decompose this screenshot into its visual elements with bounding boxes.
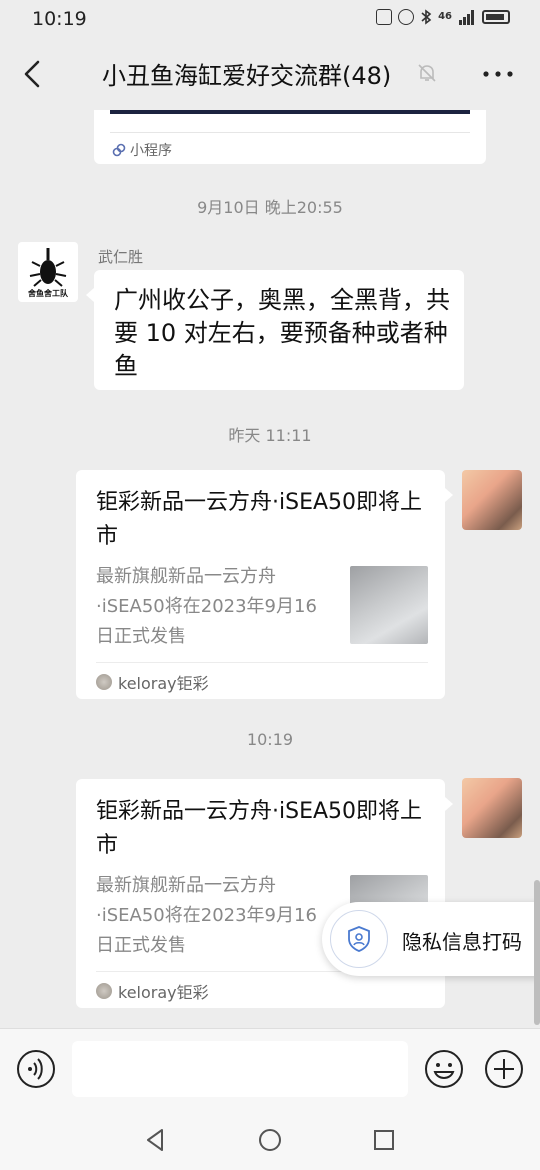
card-source-label: keloray钜彩 xyxy=(118,983,209,1002)
privacy-mask-label: 隐私信息打码 xyxy=(402,930,522,954)
nav-home-icon[interactable] xyxy=(256,1126,284,1154)
status-time: 10:19 xyxy=(32,8,87,30)
more-options-icon[interactable] xyxy=(480,60,516,88)
divider xyxy=(96,662,428,663)
card-source: keloray钜彩 xyxy=(96,670,209,694)
privacy-mask-button[interactable]: 隐私信息打码 xyxy=(322,902,540,976)
card-description: 最新旗舰新品一云方舟·iSEA50将在2023年9月16日正式发售 xyxy=(96,566,317,647)
avatar-logo-text: 舍鱼舍工队 xyxy=(28,289,68,298)
status-bar: 10:19 46 xyxy=(0,0,540,38)
card-title: 钜彩新品一云方舟·iSEA50即将上市 xyxy=(96,799,423,858)
message-text: 广州收公子，奥黑，全黑背，共要 10 对左右，要预备种或者种鱼 xyxy=(114,286,450,380)
timestamp: 9月10日 晚上20:55 xyxy=(197,198,343,217)
source-logo-icon xyxy=(96,983,112,999)
timestamp: 10:19 xyxy=(246,730,294,749)
bluetooth-icon xyxy=(421,9,432,25)
add-more-icon[interactable] xyxy=(484,1049,524,1089)
emoji-icon[interactable] xyxy=(424,1049,464,1089)
avatar[interactable] xyxy=(462,778,522,838)
network-type: 46 xyxy=(438,11,452,22)
sender-name: 武仁胜 xyxy=(98,248,144,266)
nfc-icon xyxy=(376,9,393,25)
avatar[interactable]: 舍鱼舍工队 xyxy=(18,242,78,302)
card-description: 最新旗舰新品一云方舟·iSEA50将在2023年9月16日正式发售 xyxy=(96,875,317,956)
status-icons: 46 xyxy=(376,9,510,25)
card-source: keloray钜彩 xyxy=(96,979,209,1003)
chat-title: 小丑鱼海缸爱好交流群(48) xyxy=(102,62,392,90)
mini-program-label: 小程序 xyxy=(130,143,172,159)
battery-icon xyxy=(482,10,510,24)
avatar[interactable] xyxy=(462,470,522,530)
scrollbar[interactable] xyxy=(534,880,540,1025)
privacy-icon-ring xyxy=(330,910,388,968)
voice-input-icon[interactable] xyxy=(16,1049,56,1089)
mini-program-card[interactable]: 小程序 xyxy=(94,110,486,164)
chat-header: 小丑鱼海缸爱好交流群(48) xyxy=(0,38,540,110)
source-logo-icon xyxy=(96,674,112,690)
card-source-label: keloray钜彩 xyxy=(118,674,209,693)
message-bubble[interactable]: 广州收公子，奥黑，全黑背，共要 10 对左右，要预备种或者种鱼 xyxy=(86,270,464,390)
card-thumbnail xyxy=(350,566,428,644)
card-title: 钜彩新品一云方舟·iSEA50即将上市 xyxy=(96,490,423,549)
nav-recents-icon[interactable] xyxy=(370,1126,398,1154)
back-icon[interactable] xyxy=(18,56,48,92)
timestamp: 昨天 11:11 xyxy=(228,426,312,445)
message-input[interactable] xyxy=(72,1041,408,1097)
alarm-icon xyxy=(398,9,415,25)
divider xyxy=(110,132,470,133)
nav-back-icon[interactable] xyxy=(142,1126,170,1154)
mute-bell-icon xyxy=(418,64,436,82)
mini-program-source: 小程序 xyxy=(112,140,172,160)
shield-person-icon xyxy=(348,926,370,952)
input-bar xyxy=(0,1028,540,1109)
mini-program-image xyxy=(110,110,470,114)
signal-icon xyxy=(459,10,474,25)
link-card[interactable]: 钜彩新品一云方舟·iSEA50即将上市 最新旗舰新品一云方舟·iSEA50将在2… xyxy=(76,470,453,699)
system-nav-bar xyxy=(0,1108,540,1170)
mini-program-icon xyxy=(112,143,126,157)
